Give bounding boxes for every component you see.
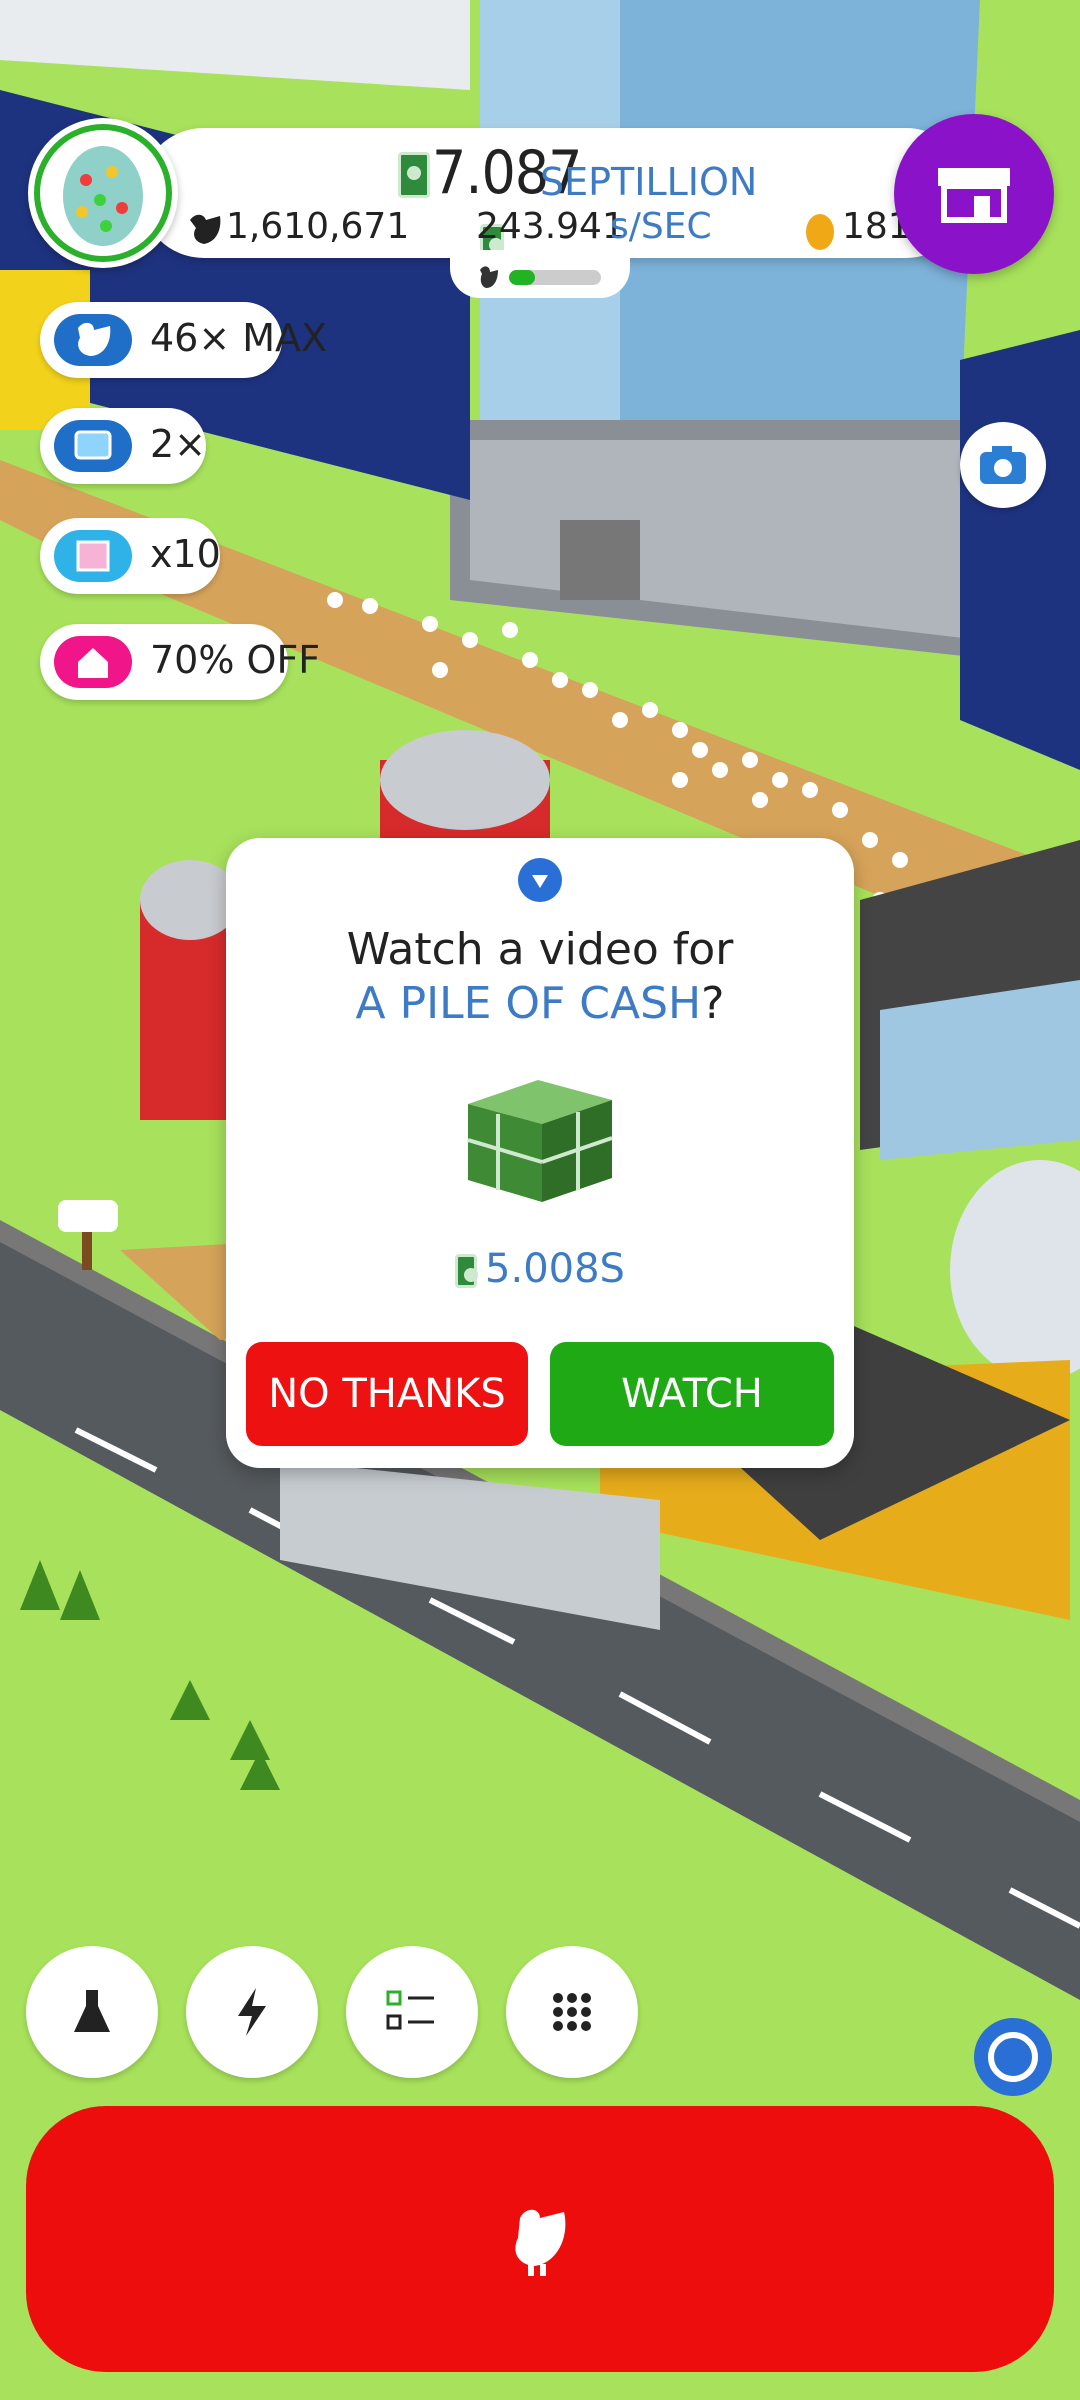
current-egg-button[interactable]: [28, 118, 178, 268]
no-thanks-button[interactable]: NO THANKS: [246, 1342, 528, 1446]
chicken-icon: [54, 314, 132, 366]
chicken-count: 1,610,671: [226, 206, 410, 247]
grid-icon: [553, 1993, 591, 2031]
boost-label: 70% OFF: [150, 638, 321, 682]
lightning-icon: [238, 1988, 266, 2036]
dialog-line2: A PILE OF CASH?: [226, 978, 854, 1029]
chicken-icon: [515, 2209, 566, 2276]
watch-video-dialog: Watch a video for A PILE OF CASH? 5.008S…: [226, 838, 854, 1468]
chicken-small-icon: [480, 266, 498, 288]
boost-pill-box[interactable]: x10: [40, 518, 221, 594]
house-icon: [54, 636, 132, 688]
info-dropdown-icon: [518, 858, 562, 902]
store-icon: [938, 168, 1010, 223]
camera-button[interactable]: [960, 422, 1046, 508]
hatch-chicken-button[interactable]: [26, 2106, 1054, 2372]
shop-button[interactable]: [894, 114, 1054, 274]
boost-pill-chicken[interactable]: 46× MAX: [40, 302, 327, 378]
reward-amount: 5.008S: [226, 1246, 854, 1292]
farm-progress-fill: [509, 270, 535, 285]
camera-icon: [980, 446, 1026, 484]
rate-unit: s/SEC: [610, 206, 712, 247]
checklist-icon: [386, 1990, 434, 2030]
boost-label: 46× MAX: [150, 316, 328, 360]
reward-name: A PILE OF CASH: [355, 978, 702, 1029]
boost-pill-discount[interactable]: 70% OFF: [40, 624, 320, 700]
flask-icon: [74, 1990, 110, 2032]
cake-box-icon: [54, 530, 132, 582]
question-mark: ?: [701, 978, 725, 1029]
menu-button[interactable]: [506, 1946, 638, 2078]
boost-label: 2×: [150, 422, 207, 466]
missions-button[interactable]: [346, 1946, 478, 2078]
cash-pile-icon: [467, 1080, 613, 1202]
research-button[interactable]: [26, 1946, 158, 2078]
watch-button[interactable]: WATCH: [550, 1342, 834, 1446]
rate-value: 243.941: [476, 206, 625, 247]
egg-icon: [63, 146, 143, 246]
cash-icon: [455, 1254, 479, 1288]
boost-pill-tv[interactable]: 2×: [40, 408, 206, 484]
dialog-line1: Watch a video for: [346, 924, 734, 975]
money-unit: SEPTILLION: [540, 160, 758, 204]
tv-icon: [54, 420, 132, 472]
reward-value: 5.008S: [485, 1246, 625, 1292]
cash-icon: [398, 152, 430, 198]
chicken-silhouette-icon: [190, 214, 221, 244]
boost-label: x10: [150, 532, 221, 576]
assistant-button[interactable]: [974, 2018, 1052, 2096]
golden-egg-icon: [806, 214, 834, 250]
boosts-button[interactable]: [186, 1946, 318, 2078]
